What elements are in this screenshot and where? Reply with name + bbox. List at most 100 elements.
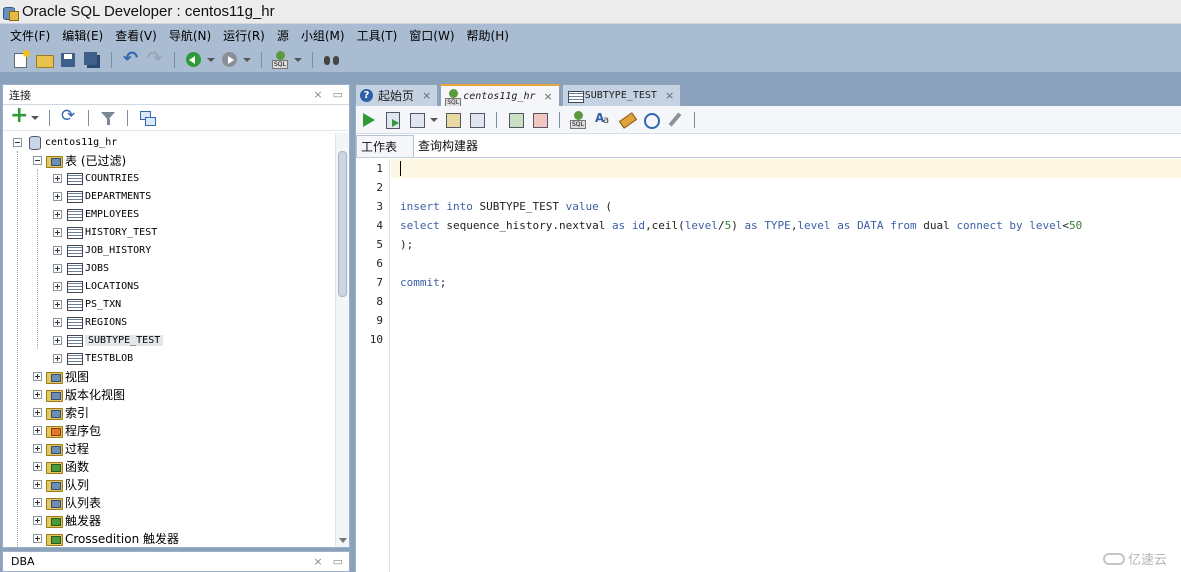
autotrace-dropdown-icon[interactable] <box>430 117 438 122</box>
schema-browser-icon[interactable] <box>138 109 156 127</box>
expand-icon[interactable] <box>33 515 42 525</box>
close-icon[interactable]: × <box>422 89 431 102</box>
tree-folder-functions[interactable]: 函数 <box>3 457 333 475</box>
tree-folder-views[interactable]: 视图 <box>3 367 333 385</box>
expand-icon[interactable] <box>53 209 62 219</box>
menu-team[interactable]: 小组(M) <box>295 25 351 47</box>
expand-icon[interactable] <box>53 173 62 183</box>
back-icon[interactable] <box>185 51 203 69</box>
save-all-icon[interactable] <box>83 51 101 69</box>
menu-help[interactable]: 帮助(H) <box>461 25 515 47</box>
back-dropdown-icon[interactable] <box>207 58 215 62</box>
menu-file[interactable]: 文件(F) <box>4 25 56 47</box>
sql-worksheet-dropdown-icon[interactable] <box>294 58 302 62</box>
tree-table-item[interactable]: JOBS <box>3 259 333 277</box>
tree-folder-editioning-views[interactable]: 版本化视图 <box>3 385 333 403</box>
menu-view[interactable]: 查看(V) <box>109 25 163 47</box>
filter-icon[interactable] <box>99 109 117 127</box>
refresh-icon[interactable] <box>60 106 78 127</box>
redo-icon[interactable] <box>146 48 164 69</box>
sql-tuning-icon[interactable] <box>468 111 486 129</box>
tab-worksheet[interactable]: 工作表 <box>356 135 415 157</box>
tree-folder-triggers[interactable]: 触发器 <box>3 511 333 529</box>
menu-tools[interactable]: 工具(T) <box>351 25 404 47</box>
tab-subtype-test[interactable]: SUBTYPE_TEST × <box>561 84 682 106</box>
scroll-down-icon[interactable] <box>339 538 347 543</box>
close-icon[interactable]: × <box>665 89 674 102</box>
add-connection-dropdown-icon[interactable] <box>31 115 39 120</box>
forward-dropdown-icon[interactable] <box>243 58 251 62</box>
tab-start-page[interactable]: 起始页 × <box>355 84 439 106</box>
tab-query-builder[interactable]: 查询构建器 <box>414 135 494 157</box>
tree-table-item[interactable]: DEPARTMENTS <box>3 187 333 205</box>
close-icon[interactable]: × <box>543 90 552 103</box>
tree-table-item[interactable]: HISTORY_TEST <box>3 223 333 241</box>
tree-table-item-selected[interactable]: SUBTYPE_TEST <box>3 331 333 349</box>
open-icon[interactable] <box>35 51 54 69</box>
find-db-object-icon[interactable] <box>323 51 341 69</box>
menu-edit[interactable]: 编辑(E) <box>56 25 109 47</box>
tab-centos11g-hr[interactable]: centos11g_hr × <box>440 84 560 107</box>
expand-icon[interactable] <box>33 533 42 543</box>
run-script-icon[interactable] <box>384 111 402 129</box>
dba-panel[interactable]: DBA × ▭ <box>2 551 350 572</box>
undo-icon[interactable] <box>122 48 140 69</box>
expand-icon[interactable] <box>33 389 42 399</box>
menu-window[interactable]: 窗口(W) <box>403 25 460 47</box>
menu-run[interactable]: 运行(R) <box>217 25 271 47</box>
menu-navigate[interactable]: 导航(N) <box>163 25 217 47</box>
tree-table-item[interactable]: LOCATIONS <box>3 277 333 295</box>
tree-connection-node[interactable]: centos11g_hr <box>3 133 333 151</box>
add-connection-icon[interactable] <box>9 103 28 128</box>
tree-table-item[interactable]: COUNTRIES <box>3 169 333 187</box>
format-icon[interactable] <box>666 111 684 129</box>
expand-icon[interactable] <box>53 335 62 345</box>
minimize-icon[interactable]: ▭ <box>333 555 343 568</box>
save-icon[interactable] <box>59 51 77 69</box>
sql-worksheet-icon[interactable] <box>272 51 290 69</box>
expand-icon[interactable] <box>53 245 62 255</box>
minimize-icon[interactable]: ▭ <box>333 88 343 101</box>
forward-icon[interactable] <box>221 51 239 69</box>
tree-table-item[interactable]: REGIONS <box>3 313 333 331</box>
expand-icon[interactable] <box>53 317 62 327</box>
tree-table-item[interactable]: JOB_HISTORY <box>3 241 333 259</box>
expand-icon[interactable] <box>53 299 62 309</box>
tree-table-item[interactable]: PS_TXN <box>3 295 333 313</box>
expand-icon[interactable] <box>33 371 42 381</box>
commit-icon[interactable] <box>507 111 525 129</box>
history-icon[interactable] <box>642 111 660 129</box>
to-upper-lower-icon[interactable] <box>594 111 612 129</box>
expand-icon[interactable] <box>33 425 42 435</box>
tree-table-item[interactable]: EMPLOYEES <box>3 205 333 223</box>
tree-folder-procedures[interactable]: 过程 <box>3 439 333 457</box>
expand-icon[interactable] <box>33 407 42 417</box>
tree-tables-folder[interactable]: 表 (已过滤) <box>3 151 333 169</box>
collapse-icon[interactable] <box>33 155 42 165</box>
code-editor[interactable]: 1 2 3 4 5 6 7 8 9 10 insert into SUBTYPE… <box>356 159 1181 572</box>
tree-folder-indexes[interactable]: 索引 <box>3 403 333 421</box>
tree-folder-queues[interactable]: 队列 <box>3 475 333 493</box>
scrollbar-thumb[interactable] <box>338 151 347 297</box>
collapse-icon[interactable] <box>13 137 22 147</box>
new-icon[interactable] <box>14 49 30 68</box>
clear-icon[interactable] <box>618 111 636 129</box>
autotrace-icon[interactable] <box>408 111 426 129</box>
close-icon[interactable]: × <box>313 88 322 101</box>
run-statement-icon[interactable] <box>360 111 378 129</box>
tree-folder-queue-tables[interactable]: 队列表 <box>3 493 333 511</box>
explain-plan-icon[interactable] <box>444 111 462 129</box>
expand-icon[interactable] <box>53 191 62 201</box>
expand-icon[interactable] <box>53 281 62 291</box>
expand-icon[interactable] <box>33 443 42 453</box>
expand-icon[interactable] <box>33 461 42 471</box>
expand-icon[interactable] <box>53 263 62 273</box>
expand-icon[interactable] <box>53 227 62 237</box>
tree-scrollbar[interactable] <box>335 133 349 547</box>
expand-icon[interactable] <box>53 353 62 363</box>
tree-folder-packages[interactable]: 程序包 <box>3 421 333 439</box>
sql-history-icon[interactable] <box>570 110 588 129</box>
menu-source[interactable]: 源 <box>271 25 295 47</box>
close-icon[interactable]: × <box>313 555 322 568</box>
expand-icon[interactable] <box>33 497 42 507</box>
